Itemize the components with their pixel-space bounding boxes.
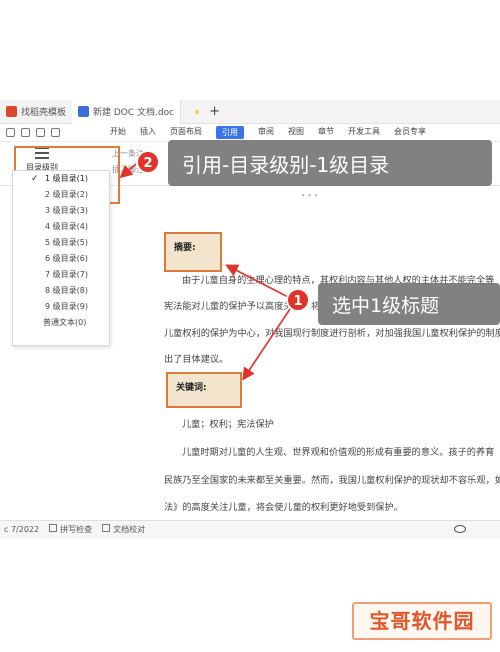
site-watermark: 宝哥软件园 xyxy=(352,602,492,640)
toc-level-2-item[interactable]: 2 级目录(2) xyxy=(13,187,109,203)
keywords-heading[interactable]: 关键词: xyxy=(166,372,242,408)
proofread-icon xyxy=(102,524,111,532)
keywords-text: 儿童；权利；宪法保护 xyxy=(182,419,274,430)
toc-level-6-item[interactable]: 6 级目录(6) xyxy=(13,251,109,267)
undo-icon[interactable] xyxy=(51,128,60,137)
callout-step-2: 引用-目录级别-1级目录 xyxy=(168,140,492,186)
new-tab-plus-icon[interactable]: + xyxy=(209,104,220,119)
toc-level-1-item[interactable]: ✓ 1 级目录(1) xyxy=(13,171,109,187)
unsaved-dot-icon xyxy=(195,109,200,114)
menu-page-layout[interactable]: 页面布局 xyxy=(170,126,202,139)
page-count: c 7/2022 xyxy=(4,525,40,534)
reading-mode-eye-icon[interactable] xyxy=(454,525,466,533)
spell-check-button[interactable]: 拼写检查 xyxy=(49,524,92,535)
menu-sections[interactable]: 章节 xyxy=(318,126,334,139)
abstract-line-3: 儿童权利的保护为中心，对我国现行制度进行剖析，对加强我国儿童权利保护的制度 xyxy=(164,328,500,339)
tab-bar: 找稻壳模板 新建 DOC 文档.doc + xyxy=(0,99,500,124)
toc-normal-text-item[interactable]: 普通文本(0) xyxy=(13,315,109,331)
callout-step-1: 选中1级标题 xyxy=(318,283,500,325)
menu-developer[interactable]: 开发工具 xyxy=(348,126,380,139)
menu-references[interactable]: 引用 xyxy=(216,126,244,139)
tab-new-doc[interactable]: 新建 DOC 文档.doc xyxy=(72,99,182,124)
proofread-button[interactable]: 文档校对 xyxy=(102,524,145,535)
quick-access-toolbar xyxy=(0,128,110,137)
toc-level-8-item[interactable]: 8 级目录(8) xyxy=(13,283,109,299)
toc-level-9-item[interactable]: 9 级目录(9) xyxy=(13,299,109,315)
save-icon[interactable] xyxy=(6,128,15,137)
body-line-3: 法》的高度关注儿童，将会使儿童的权利更好地受到保护。 xyxy=(164,502,403,513)
menu-home[interactable]: 开始 xyxy=(110,126,126,139)
body-line-2: 民族乃至全国家的未来都至关重要。然而，我国儿童权利保护的现状却不容乐观，如果 xyxy=(164,475,500,486)
menu-review[interactable]: 审阅 xyxy=(258,126,274,139)
step-2-badge: 2 xyxy=(136,150,160,174)
abstract-line-4: 出了目体建议。 xyxy=(164,354,229,365)
toc-level-7-item[interactable]: 7 级目录(7) xyxy=(13,267,109,283)
toc-level-dropdown: ✓ 1 级目录(1) 2 级目录(2) 3 级目录(3) 4 级目录(4) 5 … xyxy=(12,170,110,346)
document-title-faded: ··· xyxy=(300,183,320,207)
menu-member[interactable]: 会员专享 xyxy=(394,126,426,139)
status-bar: c 7/2022 拼写检查 文档校对 xyxy=(0,520,500,538)
preview-icon[interactable] xyxy=(36,128,45,137)
spell-check-icon xyxy=(49,524,58,532)
body-line-1: 儿童时期对儿童的人生观、世界观和价值观的形成有重要的意义。孩子的养育 xyxy=(182,447,495,458)
tab-label: 新建 DOC 文档.doc xyxy=(93,108,175,118)
tab-label: 找稻壳模板 xyxy=(21,108,67,118)
abstract-heading[interactable]: 摘要: xyxy=(164,232,222,272)
print-icon[interactable] xyxy=(21,128,30,137)
checkmark-icon: ✓ xyxy=(31,174,39,184)
toc-level-5-item[interactable]: 5 级目录(5) xyxy=(13,235,109,251)
toc-level-4-item[interactable]: 4 级目录(4) xyxy=(13,219,109,235)
docer-icon xyxy=(6,106,17,117)
step-1-badge: 1 xyxy=(286,288,310,312)
tab-docer-templates[interactable]: 找稻壳模板 xyxy=(0,100,72,124)
menu-view[interactable]: 视图 xyxy=(288,126,304,139)
word-doc-icon xyxy=(78,106,90,117)
toc-level-3-item[interactable]: 3 级目录(3) xyxy=(13,203,109,219)
menu-insert[interactable]: 插入 xyxy=(140,126,156,139)
top-margin xyxy=(0,0,500,100)
